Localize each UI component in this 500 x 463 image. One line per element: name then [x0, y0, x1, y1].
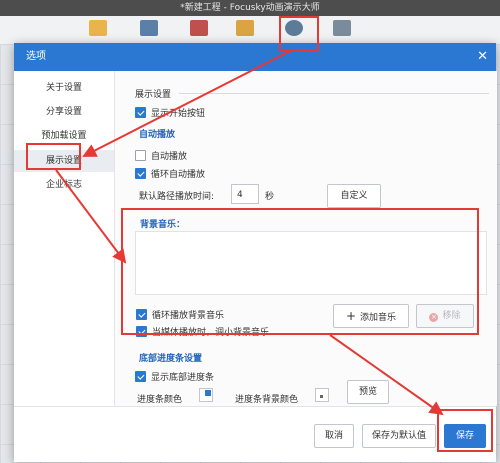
progress-bg-color-label: 进度条背景颜色 [235, 395, 299, 405]
loop-autoplay-checkbox[interactable] [135, 168, 146, 179]
bgm-group-title: 背景音乐： [140, 220, 186, 230]
section-divider [179, 93, 489, 94]
save-button[interactable]: 保存 [444, 424, 486, 448]
progress-color-label: 进度条颜色 [137, 395, 183, 405]
show-start-button-label: 显示开始按钮 [151, 109, 206, 119]
progress-color-picker[interactable] [199, 388, 213, 402]
remove-button[interactable]: × 移除 [416, 304, 474, 328]
list-icon[interactable] [236, 20, 254, 36]
show-start-button-checkbox[interactable] [135, 107, 146, 118]
app-toolbar [0, 16, 500, 45]
loop-bgm-label: 循环播放背景音乐 [152, 311, 225, 321]
path-time-label: 默认路径播放时间: [139, 192, 215, 202]
magnifier-icon[interactable] [333, 20, 351, 36]
settings-gear-icon[interactable] [285, 20, 303, 36]
options-sidebar: 关于设置 分享设置 预加载设置 展示设置 企业标志 [14, 71, 114, 406]
path-time-input[interactable]: 4 [231, 184, 259, 204]
lower-bgm-label: 当媒体播放时，调小背景音乐 [152, 328, 270, 338]
remove-label: 移除 [442, 311, 461, 321]
save-default-button[interactable]: 保存为默认值 [362, 424, 436, 448]
sidebar-item-display[interactable]: 展示设置 [14, 150, 114, 172]
loop-autoplay-label: 循环自动播放 [151, 170, 206, 180]
autoplay-label: 自动播放 [151, 152, 188, 162]
progress-color-fill [205, 390, 211, 396]
sidebar-item-preload[interactable]: 预加载设置 [14, 125, 114, 147]
path-time-unit: 秒 [265, 192, 275, 202]
progress-bg-color-fill [320, 395, 323, 398]
insert-icon[interactable] [140, 20, 158, 36]
autoplay-group-title: 自动播放 [139, 130, 176, 140]
add-music-button[interactable]: + 添加音乐 [333, 304, 409, 328]
options-content: 展示设置 显示开始按钮 自动播放 自动播放 循环自动播放 默认路径播放时间: 4… [114, 71, 497, 406]
close-icon[interactable]: ✕ [477, 43, 488, 71]
progress-group-title: 底部进度条设置 [139, 354, 203, 364]
custom-button[interactable]: 自定义 [327, 184, 381, 208]
loop-bgm-checkbox[interactable] [136, 309, 147, 320]
lower-bgm-checkbox[interactable] [136, 326, 147, 337]
show-progress-label: 显示底部进度条 [151, 373, 215, 383]
plus-icon: + [345, 309, 357, 323]
cancel-button[interactable]: 取消 [314, 424, 354, 448]
autoplay-checkbox[interactable] [135, 150, 146, 161]
sidebar-item-about[interactable]: 关于设置 [14, 77, 114, 99]
section-title: 展示设置 [135, 90, 172, 100]
sidebar-item-share[interactable]: 分享设置 [14, 101, 114, 123]
options-dialog: 选项 ✕ 关于设置 分享设置 预加载设置 展示设置 企业标志 展示设置 显示开始… [14, 43, 497, 462]
sidebar-item-logo[interactable]: 企业标志 [14, 174, 114, 196]
dialog-header: 选项 ✕ [14, 43, 496, 71]
add-music-label: 添加音乐 [360, 313, 397, 323]
new-slide-icon[interactable] [89, 20, 107, 36]
preview-button[interactable]: 预览 [347, 380, 389, 404]
dialog-title: 选项 [26, 51, 46, 62]
show-progress-checkbox[interactable] [135, 371, 146, 382]
remove-icon: × [429, 313, 439, 322]
dialog-footer: 取消 保存为默认值 保存 [14, 406, 496, 462]
paint-icon[interactable] [190, 20, 208, 36]
bgm-list[interactable] [135, 231, 487, 295]
app-title: *新建工程 - Focusky动画演示大师 [0, 0, 500, 16]
progress-bg-color-picker[interactable] [315, 388, 329, 402]
